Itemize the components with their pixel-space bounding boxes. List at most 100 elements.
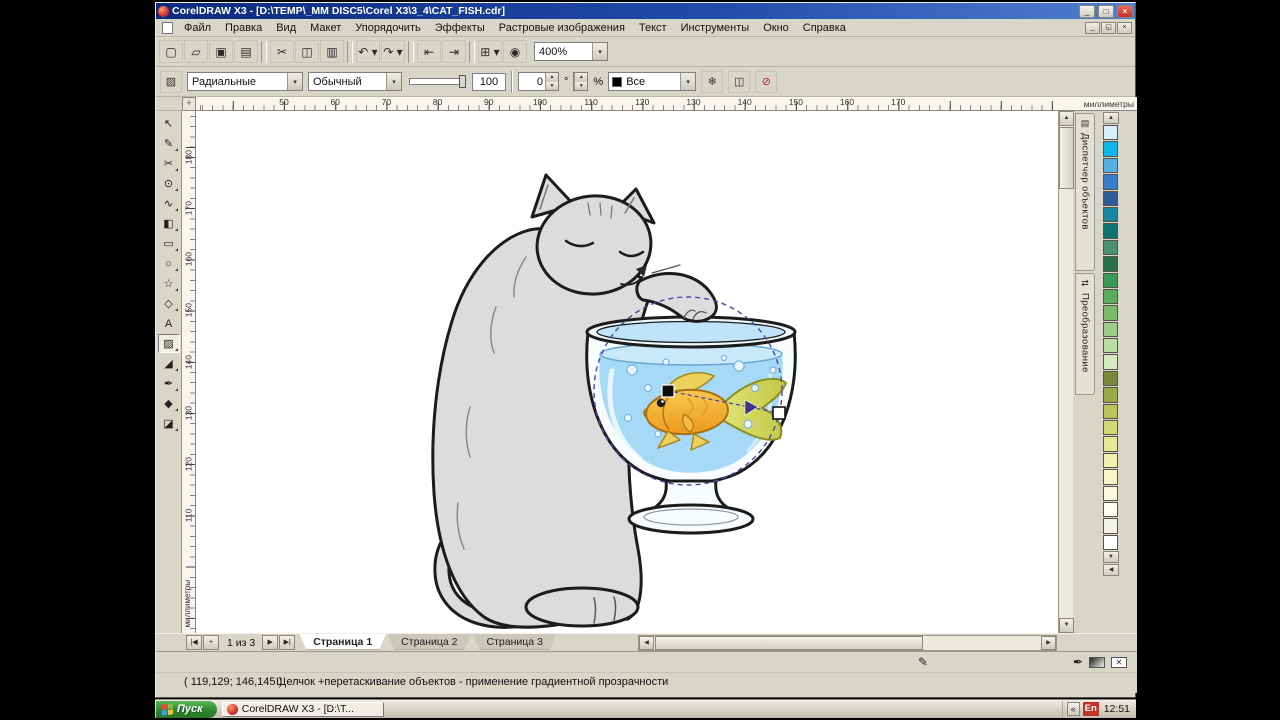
edit-transparency-button[interactable]: ▨: [160, 71, 182, 93]
spinner-arrows[interactable]: ▲▼: [574, 73, 587, 90]
palette-swatch[interactable]: [1103, 256, 1118, 271]
edge-pad-spinner[interactable]: ▲▼: [573, 72, 588, 91]
transparency-type-combo[interactable]: Радиальные ▾: [187, 72, 303, 91]
zoom-level-combo[interactable]: 400% ▾: [534, 42, 608, 61]
horizontal-scrollbar[interactable]: ◀ ▶: [638, 635, 1057, 651]
smart-fill-tool[interactable]: ◧: [158, 214, 180, 233]
chevron-down-icon[interactable]: ▾: [592, 43, 607, 60]
scroll-left-button[interactable]: ◀: [639, 636, 654, 650]
scroll-down-button[interactable]: ▼: [1059, 618, 1074, 633]
add-page-button[interactable]: +: [203, 635, 219, 650]
slider-handle[interactable]: [459, 75, 466, 88]
freeze-transparency-button[interactable]: ❄: [701, 71, 723, 93]
page-tab[interactable]: Страница 2: [387, 634, 471, 650]
open-button[interactable]: ▱: [184, 40, 208, 63]
redo-button[interactable]: ↷ ▾: [381, 40, 405, 63]
import-button[interactable]: ⇤: [417, 40, 441, 63]
last-page-button[interactable]: ▶|: [279, 635, 295, 650]
palette-swatch[interactable]: [1103, 354, 1118, 369]
vertical-scroll-thumb[interactable]: [1059, 127, 1074, 189]
shape-tool[interactable]: ✎: [158, 134, 180, 153]
interactive-fill-tool[interactable]: ◪: [158, 414, 180, 433]
palette-swatch[interactable]: [1103, 158, 1118, 173]
palette-swatch[interactable]: [1103, 289, 1118, 304]
ruler-origin-icon[interactable]: +: [182, 97, 196, 111]
polygon-tool[interactable]: ☆: [158, 274, 180, 293]
vertical-ruler[interactable]: 180170160150140130120110 миллиметры: [182, 111, 196, 633]
palette-swatch[interactable]: [1103, 486, 1118, 501]
palette-scroll-down-button[interactable]: ▼: [1103, 551, 1119, 563]
palette-swatch[interactable]: [1103, 338, 1118, 353]
palette-swatch[interactable]: [1103, 207, 1118, 222]
taskbar-task-button[interactable]: CorelDRAW X3 - [D:\T...: [222, 702, 384, 717]
menu-item[interactable]: Эффекты: [428, 21, 492, 35]
application-launcher-button[interactable]: ⊞ ▾: [478, 40, 502, 63]
menu-item[interactable]: Справка: [796, 21, 853, 35]
palette-swatch[interactable]: [1103, 535, 1118, 550]
palette-swatch[interactable]: [1103, 502, 1118, 517]
copy-transparency-button[interactable]: ◫: [728, 71, 750, 93]
scroll-right-button[interactable]: ▶: [1041, 636, 1056, 650]
spinner-arrows[interactable]: ▲▼: [545, 73, 558, 90]
document-minimize-button[interactable]: _: [1085, 22, 1100, 34]
menu-item[interactable]: Макет: [303, 21, 348, 35]
zoom-tool[interactable]: ⊙: [158, 174, 180, 193]
pick-tool[interactable]: ↖: [158, 114, 180, 133]
menu-item[interactable]: Окно: [756, 21, 796, 35]
transparency-center-handle[interactable]: [662, 385, 674, 397]
menu-item[interactable]: Вид: [269, 21, 303, 35]
vertical-scrollbar[interactable]: ▲ ▼: [1058, 111, 1073, 633]
menu-item[interactable]: Инструменты: [674, 21, 757, 35]
cut-button[interactable]: ✂: [270, 40, 294, 63]
drawing-canvas[interactable]: [196, 111, 1058, 633]
menu-item[interactable]: Текст: [632, 21, 674, 35]
document-restore-button[interactable]: ◱: [1101, 22, 1116, 34]
horizontal-ruler[interactable]: 5060708090100110120130140150160170: [196, 97, 1058, 111]
palette-scroll-up-button[interactable]: ▲: [1103, 112, 1119, 124]
page-tab[interactable]: Страница 3: [473, 634, 557, 650]
chevron-down-icon[interactable]: ▾: [680, 73, 695, 90]
palette-swatch[interactable]: [1103, 387, 1118, 402]
palette-swatch[interactable]: [1103, 322, 1118, 337]
start-button[interactable]: Пуск: [156, 701, 217, 718]
horizontal-scroll-thumb[interactable]: [655, 636, 923, 650]
palette-swatch[interactable]: [1103, 273, 1118, 288]
palette-swatch[interactable]: [1103, 223, 1118, 238]
menu-item[interactable]: Растровые изображения: [492, 21, 632, 35]
save-button[interactable]: ▣: [209, 40, 233, 63]
basic-shapes-tool[interactable]: ◇: [158, 294, 180, 313]
palette-swatch[interactable]: [1103, 191, 1118, 206]
tray-collapse-button[interactable]: «: [1067, 702, 1080, 716]
palette-swatch[interactable]: [1103, 174, 1118, 189]
print-button[interactable]: ▤: [234, 40, 258, 63]
copy-button[interactable]: ◫: [295, 40, 319, 63]
fill-tool[interactable]: ◆: [158, 394, 180, 413]
freehand-tool[interactable]: ∿: [158, 194, 180, 213]
palette-swatch[interactable]: [1103, 240, 1118, 255]
document-close-button[interactable]: ×: [1117, 22, 1132, 34]
palette-swatch[interactable]: [1103, 420, 1118, 435]
eyedropper-tool[interactable]: ◢: [158, 354, 180, 373]
transparency-target-combo[interactable]: Все ▾: [608, 72, 696, 91]
palette-swatch[interactable]: [1103, 469, 1118, 484]
outline-tool[interactable]: ✒: [158, 374, 180, 393]
language-indicator[interactable]: En: [1083, 702, 1099, 716]
palette-swatch[interactable]: [1103, 436, 1118, 451]
next-page-button[interactable]: ▶: [262, 635, 278, 650]
text-tool[interactable]: A: [158, 314, 180, 333]
canvas-artwork[interactable]: [196, 111, 1058, 633]
palette-swatch[interactable]: [1103, 404, 1118, 419]
transparency-midpoint-slider[interactable]: [409, 78, 465, 85]
palette-swatch[interactable]: [1103, 453, 1118, 468]
ellipse-tool[interactable]: ○: [158, 254, 180, 273]
transparency-midpoint-value[interactable]: 100: [472, 73, 506, 91]
paste-button[interactable]: ▥: [320, 40, 344, 63]
undo-button[interactable]: ↶ ▾: [356, 40, 380, 63]
menu-item[interactable]: Файл: [177, 21, 218, 35]
transparency-operation-combo[interactable]: Обычный ▾: [308, 72, 402, 91]
new-document-button[interactable]: ▢: [159, 40, 183, 63]
docker-tab-object-manager[interactable]: ▤ Диспетчер объектов: [1075, 113, 1095, 271]
first-page-button[interactable]: |◀: [186, 635, 202, 650]
crop-tool[interactable]: ✂: [158, 154, 180, 173]
transparency-angle-spinner[interactable]: 0 ▲▼: [518, 72, 559, 91]
